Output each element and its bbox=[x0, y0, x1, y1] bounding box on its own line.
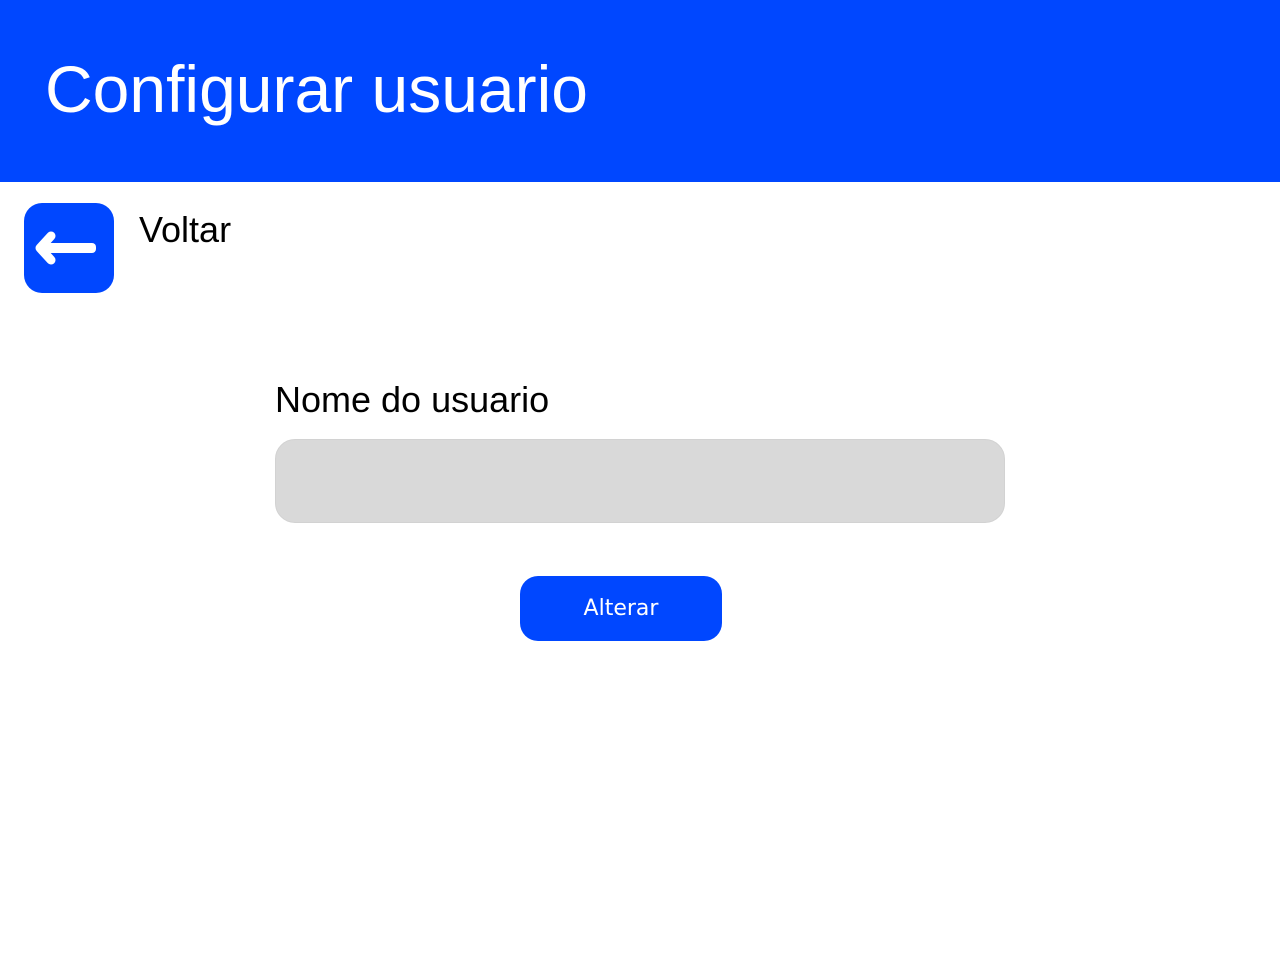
back-button[interactable] bbox=[24, 203, 114, 293]
back-link-label[interactable]: Voltar bbox=[139, 208, 231, 252]
page-title: Configurar usuario bbox=[45, 52, 588, 126]
name-field-label: Nome do usuario bbox=[275, 379, 550, 420]
page-header: Configurar usuario bbox=[0, 0, 1280, 182]
username-input[interactable] bbox=[275, 439, 1005, 523]
alterar-button[interactable]: Alterar bbox=[520, 576, 722, 641]
arrow-left-icon bbox=[35, 231, 96, 265]
